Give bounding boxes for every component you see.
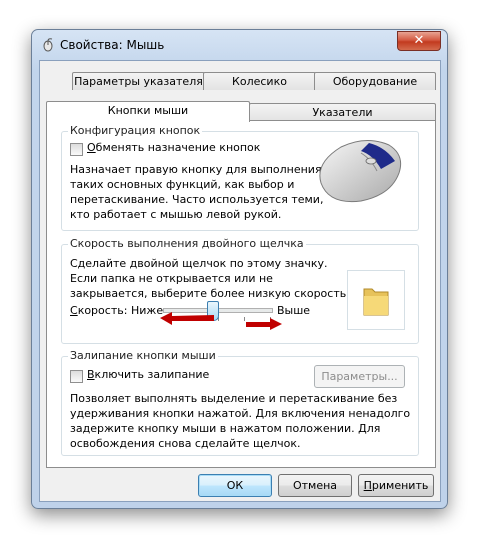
button-config-description: Назначает правую кнопку для выполнения т… [70, 162, 323, 222]
mouse-properties-window: Свойства: Мышь ✕ Параметры указателя Кол… [31, 29, 448, 509]
desc-line: Назначает правую кнопку для выполнения [70, 163, 322, 176]
mouse-illustration [319, 140, 402, 203]
tab-buttons[interactable]: Кнопки мыши [46, 101, 250, 122]
window-title: Свойства: Мышь [60, 38, 165, 52]
desc-line: Сделайте двойной щелчок по этому значку. [70, 257, 328, 270]
desc-line: закрывается, выберите более низкую скоро… [70, 287, 350, 300]
cancel-button[interactable]: Отмена [278, 474, 352, 497]
title-bar[interactable]: Свойства: Мышь ✕ [32, 30, 447, 60]
desc-line: перетаскивание. Часто используется теми, [70, 193, 324, 206]
double-click-title: Скорость выполнения двойного щелчка [68, 237, 306, 250]
click-lock-accel: В [87, 368, 95, 381]
click-lock-label[interactable]: Включить залипание [87, 368, 209, 381]
apply-button[interactable]: Применить [358, 474, 434, 497]
ok-button[interactable]: ОК [198, 474, 272, 497]
click-lock-checkbox[interactable] [70, 370, 83, 383]
cancel-label: Отмена [292, 479, 338, 492]
settings-button-label: Параметры... [321, 370, 398, 383]
speed-accel: С [70, 304, 78, 317]
tab-label: Параметры указателя [74, 75, 203, 88]
tab-wheel[interactable]: Колесико [203, 72, 316, 90]
click-lock-text: ключить залипание [94, 368, 210, 381]
desc-line: Позволяет выполнять выделение и перетаск… [70, 392, 398, 405]
swap-buttons-accel: О [87, 141, 96, 154]
ok-label: ОК [226, 479, 244, 492]
apply-accel: П [363, 479, 372, 492]
click-lock-description: Позволяет выполнять выделение и перетаск… [70, 391, 410, 451]
swap-buttons-label[interactable]: Обменять назначение кнопок [87, 141, 260, 154]
close-button[interactable]: ✕ [397, 31, 441, 51]
tab-label: Указатели [312, 106, 373, 119]
swap-buttons-checkbox[interactable] [70, 143, 83, 156]
tab-label: Кнопки мыши [107, 104, 189, 117]
tab-pointers[interactable]: Указатели [249, 103, 436, 121]
test-folder-area[interactable] [347, 270, 405, 330]
tab-label: Оборудование [332, 75, 418, 88]
click-lock-title: Залипание кнопки мыши [68, 349, 218, 362]
close-icon: ✕ [413, 33, 425, 48]
desc-line: удерживания кнопки нажатой. Для включени… [70, 407, 411, 420]
swap-buttons-text: бменять назначение кнопок [95, 141, 261, 154]
folder-icon[interactable] [348, 271, 404, 329]
click-lock-settings-button[interactable]: Параметры... [314, 365, 405, 388]
speed-label: Скорость: [70, 304, 127, 317]
desc-line: задержите кнопку мыши в нажатом положени… [70, 422, 381, 435]
desc-line: Если папка не открывается или не [70, 272, 273, 285]
apply-text: рименить [371, 479, 429, 492]
desc-line: освобождения снова сделайте щелчок. [70, 437, 301, 450]
tab-hardware[interactable]: Оборудование [314, 72, 436, 90]
speed-text: корость: [77, 304, 128, 317]
mouse-app-icon [43, 38, 53, 52]
desc-line: таких основных функций, как выбор и [70, 178, 295, 191]
tab-label: Колесико [232, 75, 287, 88]
double-click-description: Сделайте двойной щелчок по этому значку.… [70, 256, 350, 301]
annotation-arrows [160, 312, 282, 330]
desc-line: кто работает с мышью левой рукой. [70, 208, 282, 221]
button-config-title: Конфигурация кнопок [68, 124, 203, 137]
tab-pointer-options[interactable]: Параметры указателя [72, 72, 205, 90]
